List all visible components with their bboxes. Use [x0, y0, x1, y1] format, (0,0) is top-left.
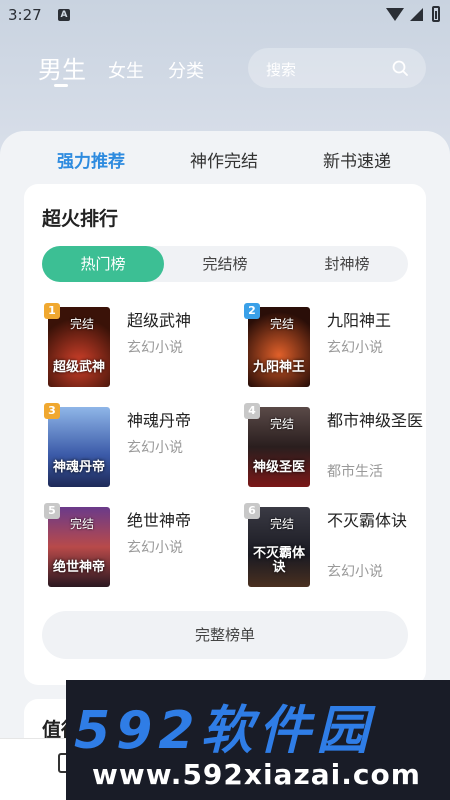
watermark-url: www.592xiazai.com — [92, 758, 421, 791]
book-item[interactable]: 完结 神级圣医 4 都市神级圣医 都市生活 — [244, 403, 428, 491]
notification-icon: A — [58, 9, 70, 21]
book-title: 都市神级圣医 — [327, 411, 424, 430]
book-title: 绝世神帝 — [127, 511, 192, 530]
battery-icon — [432, 6, 440, 22]
segment-finished[interactable]: 完结榜 — [164, 246, 286, 282]
book-genre: 玄幻小说 — [127, 540, 183, 556]
watermark-brand: 592软件园 — [74, 701, 375, 761]
cover-tag: 完结 — [270, 417, 295, 431]
book-cover: 完结 绝世神帝 — [48, 507, 110, 587]
signal-icon — [410, 8, 423, 21]
cover-title: 神级圣医 — [252, 460, 305, 475]
full-list-button[interactable]: 完整榜单 — [42, 611, 408, 659]
tab-completed[interactable]: 神作完结 — [190, 147, 258, 172]
wifi-icon — [386, 8, 404, 21]
book-genre: 玄幻小说 — [127, 440, 183, 456]
tab-male[interactable]: 男生 — [38, 50, 86, 85]
cover-tag: 完结 — [270, 517, 295, 531]
tab-category[interactable]: 分类 — [168, 57, 204, 83]
book-title: 不灭霸体诀 — [327, 511, 408, 530]
book-cover: 完结 九阳神王 — [248, 307, 310, 387]
cover-tag: 完结 — [70, 517, 95, 531]
book-genre: 玄幻小说 — [327, 564, 383, 580]
book-genre: 玄幻小说 — [327, 340, 383, 356]
book-cover: 完结 神级圣医 — [248, 407, 310, 487]
ranking-segment-control: 热门榜 完结榜 封神榜 — [42, 246, 408, 282]
cover-title: 超级武神 — [52, 360, 105, 375]
search-input[interactable]: 搜索 — [248, 48, 426, 88]
book-genre: 玄幻小说 — [127, 340, 183, 356]
book-title: 神魂丹帝 — [127, 411, 192, 430]
search-placeholder: 搜索 — [266, 61, 297, 79]
cover-title: 绝世神帝 — [52, 560, 105, 575]
tab-female[interactable]: 女生 — [108, 57, 144, 83]
ranking-title: 超火排行 — [42, 208, 119, 230]
active-tab-indicator — [54, 84, 68, 87]
ranking-card: 超火排行 热门榜 完结榜 封神榜 完结 超级武神 1 超级武神 玄幻小说 完结 … — [24, 184, 426, 685]
book-item[interactable]: 神魂丹帝 3 神魂丹帝 玄幻小说 — [44, 403, 228, 491]
book-item[interactable]: 完结 超级武神 1 超级武神 玄幻小说 — [44, 303, 228, 391]
rank-badge: 4 — [244, 403, 260, 419]
sub-tabs: 强力推荐 神作完结 新书速递 — [0, 147, 450, 173]
book-title: 九阳神王 — [327, 311, 392, 330]
book-item[interactable]: 完结 不灭霸体诀 6 不灭霸体诀 玄幻小说 — [244, 503, 428, 591]
book-cover: 完结 不灭霸体诀 — [248, 507, 310, 587]
tab-new-books[interactable]: 新书速递 — [323, 147, 391, 172]
cover-title: 神魂丹帝 — [52, 460, 105, 475]
status-bar: 3:27 A — [0, 0, 450, 30]
rank-badge: 1 — [44, 303, 60, 319]
search-icon[interactable] — [392, 60, 408, 76]
rank-badge: 2 — [244, 303, 260, 319]
book-item[interactable]: 完结 绝世神帝 5 绝世神帝 玄幻小说 — [44, 503, 228, 591]
watermark-logo: 592软件园 www.592xiazai.com — [66, 680, 450, 800]
segment-hot[interactable]: 热门榜 — [42, 246, 164, 282]
header: 男生 女生 分类 搜索 — [0, 40, 450, 100]
rank-badge: 3 — [44, 403, 60, 419]
book-cover: 完结 超级武神 — [48, 307, 110, 387]
rank-badge: 6 — [244, 503, 260, 519]
rank-badge: 5 — [44, 503, 60, 519]
cover-title: 不灭霸体诀 — [252, 546, 305, 575]
tab-recommended[interactable]: 强力推荐 — [57, 147, 125, 172]
segment-legend[interactable]: 封神榜 — [286, 246, 408, 282]
status-time: 3:27 — [8, 6, 42, 24]
cover-tag: 完结 — [270, 317, 295, 331]
book-genre: 都市生活 — [327, 464, 383, 480]
book-title: 超级武神 — [127, 311, 192, 330]
cover-title: 九阳神王 — [252, 360, 305, 375]
book-cover: 神魂丹帝 — [48, 407, 110, 487]
book-item[interactable]: 完结 九阳神王 2 九阳神王 玄幻小说 — [244, 303, 428, 391]
cover-tag: 完结 — [70, 317, 95, 331]
